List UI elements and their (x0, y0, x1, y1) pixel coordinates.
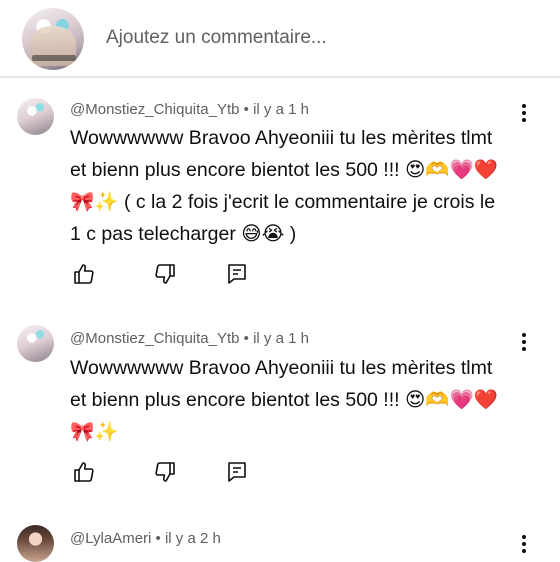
comment-text: Wowwwwww Bravoo Ahyeoniii tu les mèrites… (70, 122, 520, 250)
current-user-avatar (22, 8, 84, 70)
avatar[interactable] (17, 325, 54, 362)
comment-author[interactable]: @Monstiez_Chiquita_Ytb (70, 101, 239, 118)
comment-text: Wowwwwww Bravoo Ahyeoniii tu les mèrites… (70, 352, 520, 448)
thumb-up-icon[interactable] (72, 460, 96, 484)
comment-line: et bienn plus encore bientot les 500 !!!… (70, 389, 499, 411)
thumb-down-icon[interactable] (153, 460, 177, 484)
comment-timestamp: il y a 2 h (164, 530, 221, 547)
comment-line: 🎀✨ ( c la 2 fois j'ecrit le commentaire … (70, 191, 496, 213)
comment-line: 🎀✨ (70, 421, 119, 443)
comment-timestamp: il y a 1 h (253, 330, 309, 347)
thumb-down-icon[interactable] (153, 262, 177, 286)
comment-line: et bienn plus encore bientot les 500 !!!… (70, 159, 499, 181)
comment-line: Wowwwwww Bravoo Ahyeoniii tu les mèrites… (70, 357, 493, 379)
more-vert-icon[interactable] (516, 535, 532, 557)
avatar[interactable] (17, 98, 54, 135)
comment-author[interactable]: @LylaAmeri (70, 530, 151, 547)
reply-comment-icon[interactable] (225, 460, 249, 484)
comment-timestamp: il y a 1 h (253, 101, 309, 118)
thumb-up-icon[interactable] (72, 262, 96, 286)
reply-comment-icon[interactable] (225, 262, 249, 286)
add-comment-bar: Ajoutez un commentaire... (0, 0, 560, 78)
comment-line: 1 c pas telecharger 😅😭 ) (70, 223, 297, 245)
comment-line: Wowwwwww Bravoo Ahyeoniii tu les mèrites… (70, 127, 493, 149)
add-comment-input[interactable]: Ajoutez un commentaire... (106, 27, 327, 49)
comment-author[interactable]: @Monstiez_Chiquita_Ytb (70, 330, 239, 347)
avatar[interactable] (17, 525, 54, 562)
